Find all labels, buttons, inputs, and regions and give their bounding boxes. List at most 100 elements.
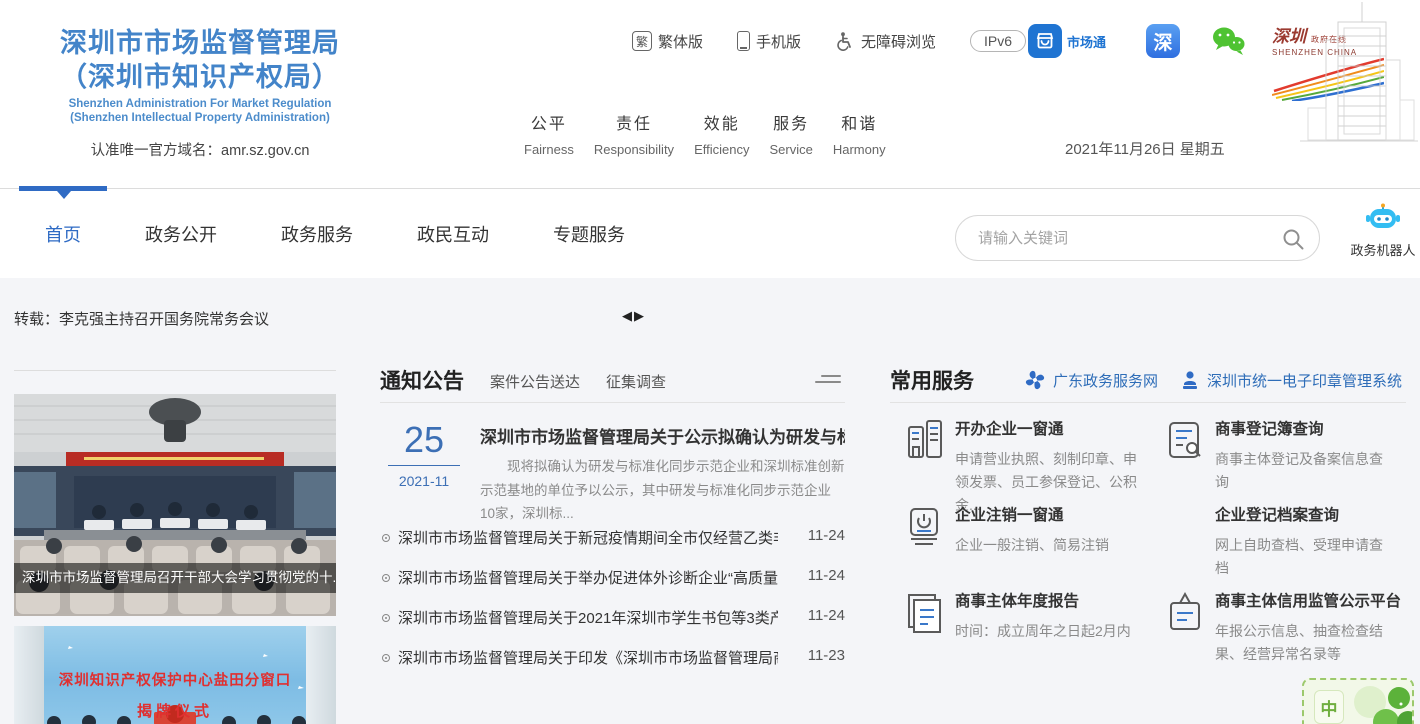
featured-date-block: 25 2021-11 xyxy=(384,421,464,489)
notice-item[interactable]: 深圳市市场监督管理局关于新冠疫情期间全市仅经营乙类非... 11-24 xyxy=(380,527,845,567)
service-desc: 年报公示信息、抽查检查结果、经营异常名录等 xyxy=(1215,620,1405,666)
guangdong-gov-label: 广东政务服务网 xyxy=(1053,370,1158,391)
site-title-line1: 深圳市市场监督管理局 xyxy=(25,26,375,60)
site-header: 深圳市市场监督管理局 （深圳市知识产权局） Shenzhen Administr… xyxy=(0,0,1420,188)
notice-title[interactable]: 深圳市市场监督管理局关于2021年深圳市学生书包等3类产... xyxy=(398,607,778,628)
service-title[interactable]: 商事主体信用监管公示平台 xyxy=(1215,589,1405,611)
carousel-slide-meeting[interactable]: 深圳市市场监督管理局召开干部大会学习贯彻党的十... xyxy=(14,394,336,616)
featured-title[interactable]: 深圳市市场监督管理局关于公示拟确认为研发与标... xyxy=(480,423,845,448)
value-cn: 效能 xyxy=(694,110,749,134)
service-desc: 网上自助查档、受理申请查档 xyxy=(1215,534,1395,580)
ticker-next-icon[interactable]: ▶ xyxy=(634,308,646,323)
service-desc: 商事主体登记及备案信息查询 xyxy=(1215,448,1395,494)
notice-date: 11-23 xyxy=(808,647,845,664)
photo-carousel: 深圳市市场监督管理局召开干部大会学习贯彻党的十... 深圳知识产权保护中心盐田分… xyxy=(14,370,336,724)
gov-portal-widget[interactable]: 中 xyxy=(1302,678,1414,724)
seal-icon xyxy=(1180,370,1200,390)
mobile-version-link[interactable]: 手机版 xyxy=(737,31,801,52)
services-header: 常用服务 广东政务服务网 xyxy=(890,365,1406,403)
value-harmony: 和谐 Harmony xyxy=(833,110,886,157)
value-en: Efficiency xyxy=(694,142,749,157)
service-title[interactable]: 商事主体年度报告 xyxy=(955,589,1150,611)
wheelchair-icon xyxy=(835,31,855,51)
bullet-icon xyxy=(382,574,390,582)
notice-title[interactable]: 深圳市市场监督管理局关于印发《深圳市市场监督管理局商... xyxy=(398,647,778,668)
nav-gov-disclosure[interactable]: 政务公开 xyxy=(145,221,217,247)
notice-item[interactable]: 深圳市市场监督管理局关于举办促进体外诊断企业“高质量... 11-24 xyxy=(380,567,845,607)
search-box xyxy=(955,215,1320,261)
guangdong-gov-link[interactable]: 广东政务服务网 xyxy=(1024,369,1158,391)
notice-title[interactable]: 深圳市市场监督管理局关于举办促进体外诊断企业“高质量... xyxy=(398,567,778,588)
notice-date: 11-24 xyxy=(808,607,845,624)
tab-case-announcements[interactable]: 案件公告送达 xyxy=(490,371,580,392)
notices-title[interactable]: 通知公告 xyxy=(380,365,464,395)
value-en: Responsibility xyxy=(594,142,674,157)
register-query-icon xyxy=(1165,419,1205,463)
notice-title[interactable]: 深圳市市场监督管理局关于新冠疫情期间全市仅经营乙类非... xyxy=(398,527,778,548)
services-title: 常用服务 xyxy=(890,365,974,395)
nav-home[interactable]: 首页 xyxy=(45,221,81,247)
traditional-chinese-link[interactable]: 繁 繁体版 xyxy=(632,31,703,52)
eseal-system-link[interactable]: 深圳市统一电子印章管理系统 xyxy=(1180,369,1402,391)
service-annual-report[interactable]: 商事主体年度报告 时间：成立周年之日起2月内 xyxy=(905,589,1150,643)
building-sketch xyxy=(1300,0,1418,162)
value-cn: 和谐 xyxy=(833,110,886,134)
robot-icon xyxy=(1366,203,1400,233)
nav-special-services[interactable]: 专题服务 xyxy=(553,221,625,247)
market-app-label: 市场通 xyxy=(1067,32,1106,51)
bullet-icon xyxy=(382,534,390,542)
service-desc: 时间：成立周年之日起2月内 xyxy=(955,620,1150,643)
bullet-icon xyxy=(382,614,390,622)
service-desc: 企业一般注销、简易注销 xyxy=(955,534,1150,557)
value-efficiency: 效能 Efficiency xyxy=(694,110,749,157)
annual-report-icon xyxy=(905,591,945,635)
values-row: 公平 Fairness 责任 Responsibility 效能 Efficie… xyxy=(524,110,886,157)
notice-date: 11-24 xyxy=(808,527,845,544)
service-title[interactable]: 企业登记档案查询 xyxy=(1215,503,1395,525)
notice-item[interactable]: 深圳市市场监督管理局关于2021年深圳市学生书包等3类产... 11-24 xyxy=(380,607,845,647)
nav-gov-services[interactable]: 政务服务 xyxy=(281,221,353,247)
service-credit-platform[interactable]: 商事主体信用监管公示平台 年报公示信息、抽查检查结果、经营异常名录等 xyxy=(1165,589,1405,666)
nav-public-interaction[interactable]: 政民互动 xyxy=(417,221,489,247)
site-title-line2: （深圳市知识产权局） xyxy=(25,60,375,94)
ishenzhen-app-icon[interactable]: 深 xyxy=(1146,24,1180,58)
service-title[interactable]: 商事登记簿查询 xyxy=(1215,417,1395,439)
site-logo[interactable]: 深圳市市场监督管理局 （深圳市知识产权局） Shenzhen Administr… xyxy=(25,26,375,160)
active-tab-indicator xyxy=(19,186,107,191)
value-en: Service xyxy=(769,142,812,157)
tab-surveys[interactable]: 征集调查 xyxy=(606,371,666,392)
notice-item[interactable]: 深圳市市场监督管理局关于印发《深圳市市场监督管理局商... 11-23 xyxy=(380,647,845,687)
service-archive-query[interactable]: 企业登记档案查询 网上自助查档、受理申请查档 xyxy=(1165,503,1395,580)
ipv6-badge[interactable]: IPv6 xyxy=(970,30,1026,52)
gov-robot-entry[interactable]: 政务机器人 xyxy=(1348,203,1418,259)
search-icon[interactable] xyxy=(1281,227,1305,251)
featured-notice[interactable]: 25 2021-11 深圳市市场监督管理局关于公示拟确认为研发与标... 现将拟… xyxy=(380,421,845,507)
market-app-link[interactable]: 市场通 xyxy=(1028,24,1106,58)
notice-date: 11-24 xyxy=(808,567,845,584)
service-register-query[interactable]: 商事登记簿查询 商事主体登记及备案信息查询 xyxy=(1165,417,1395,494)
notices-tabs: 案件公告送达 征集调查 xyxy=(490,371,666,392)
value-cn: 责任 xyxy=(594,110,674,134)
featured-month: 2021-11 xyxy=(384,473,464,489)
wechat-icon[interactable] xyxy=(1210,24,1246,63)
service-title[interactable]: 开办企业一窗通 xyxy=(955,417,1150,439)
notices-header: 通知公告 案件公告送达 征集调查 xyxy=(380,365,845,403)
news-ticker-link[interactable]: 转载：李克强主持召开国务院常务会议 xyxy=(14,308,269,329)
site-subtitle-en2: (Shenzhen Intellectual Property Administ… xyxy=(25,111,375,125)
current-date: 2021年11月26日 星期五 xyxy=(1065,138,1225,159)
services-links: 广东政务服务网 深圳市统一电子印章管理系统 xyxy=(1024,369,1402,391)
notices-section: 通知公告 案件公告送达 征集调查 25 2021-11 深圳市市场监督管理局关于… xyxy=(380,365,845,403)
service-deregistration[interactable]: 企业注销一窗通 企业一般注销、简易注销 xyxy=(905,503,1150,557)
service-title[interactable]: 企业注销一窗通 xyxy=(955,503,1150,525)
ticker-prev-icon[interactable]: ◀ xyxy=(622,308,634,323)
carousel-slide-ceremony[interactable]: 深圳知识产权保护中心盐田分窗口 揭牌仪式 xyxy=(14,626,336,724)
value-en: Fairness xyxy=(524,142,574,157)
accessibility-link[interactable]: 无障碍浏览 xyxy=(835,31,936,52)
ceremony-banner-line2: 揭牌仪式 xyxy=(14,700,336,721)
market-app-icon xyxy=(1028,24,1062,58)
traditional-chinese-label: 繁体版 xyxy=(658,31,703,52)
more-notices-icon[interactable] xyxy=(815,373,841,387)
search-input[interactable] xyxy=(978,217,1268,259)
official-domain-note: 认准唯一官方域名：amr.sz.gov.cn xyxy=(25,139,375,160)
mobile-phone-icon xyxy=(737,31,750,51)
